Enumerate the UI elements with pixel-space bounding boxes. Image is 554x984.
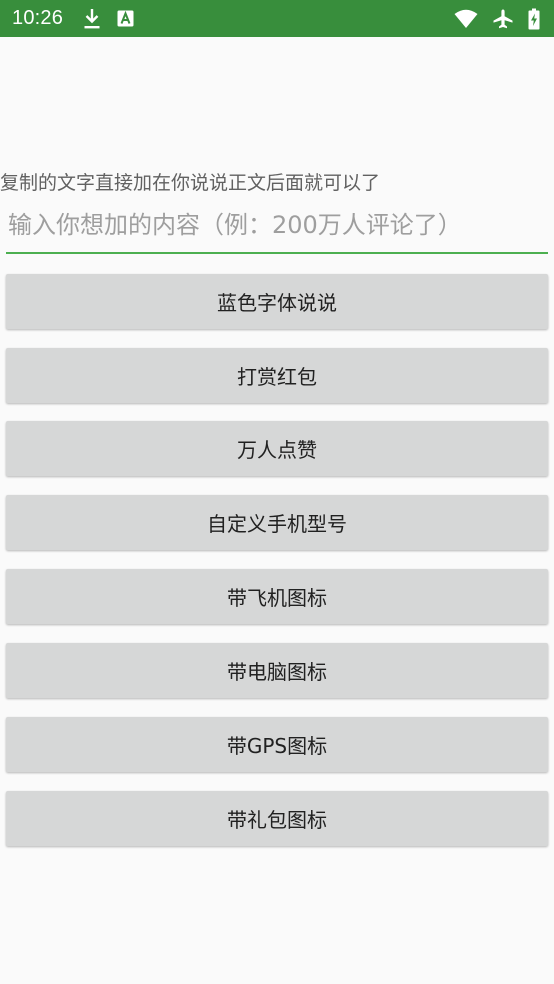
battery-charging-icon: [528, 8, 540, 29]
status-bar: 10:26: [0, 0, 554, 37]
custom-phone-model-button[interactable]: 自定义手机型号: [6, 495, 548, 550]
airplane-icon: [493, 9, 513, 28]
blue-font-button[interactable]: 蓝色字体说说: [6, 274, 548, 329]
content-input[interactable]: [6, 204, 548, 252]
status-time: 10:26: [12, 7, 64, 29]
tip-red-packet-button[interactable]: 打赏红包: [6, 348, 548, 403]
download-icon: [84, 8, 100, 28]
notification-icons: [83, 8, 134, 30]
wifi-icon: [454, 9, 478, 28]
gift-icon-button[interactable]: 带礼包图标: [6, 791, 548, 846]
airplane-icon-button[interactable]: 带飞机图标: [6, 569, 548, 624]
font-a-icon: [117, 10, 134, 27]
computer-icon-button[interactable]: 带电脑图标: [6, 643, 548, 698]
gps-icon-button[interactable]: 带GPS图标: [6, 717, 548, 772]
ten-thousand-likes-button[interactable]: 万人点赞: [6, 421, 548, 476]
system-icons: [454, 0, 540, 37]
content-input-wrapper: [6, 204, 548, 254]
hint-text: 复制的文字直接加在你说说正文后面就可以了: [0, 172, 381, 194]
